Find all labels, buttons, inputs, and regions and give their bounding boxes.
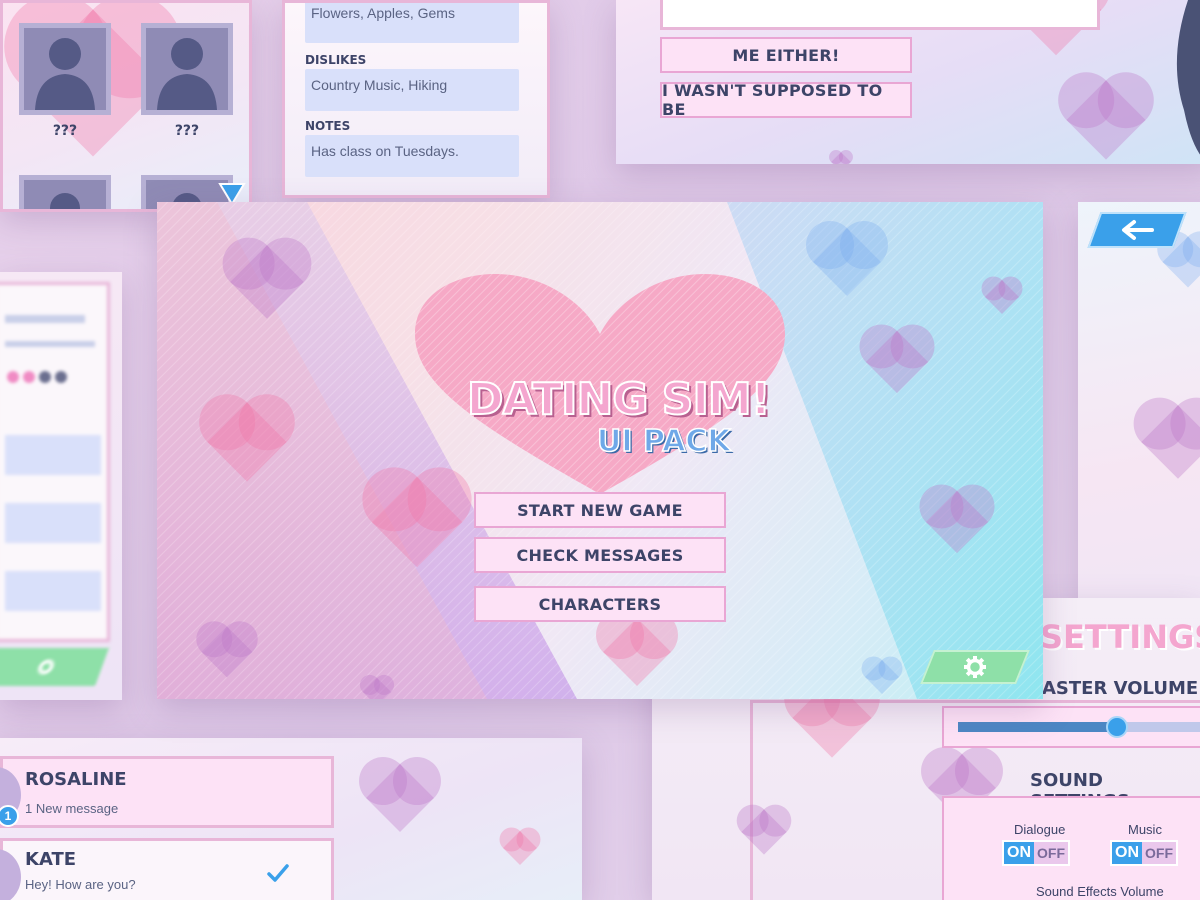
slider-fill	[958, 722, 1118, 732]
character-portrait-partial-3[interactable]	[19, 175, 111, 209]
dislikes-field: Country Music, Hiking	[305, 69, 519, 111]
dialogue-panel: ME EITHER! I WASN'T SUPPOSED TO BE	[616, 0, 1200, 164]
messages-panel: 1 ROSALINE 1 New message KATE Hey! How a…	[0, 738, 582, 900]
message-item-kate[interactable]: KATE Hey! How are you?	[0, 838, 334, 900]
notes-field: Has class on Tuesdays.	[305, 135, 519, 177]
character-portrait-unknown-2[interactable]	[141, 23, 233, 115]
character-name-unknown-2: ???	[174, 123, 200, 139]
dislikes-label: DISLIKES	[305, 53, 367, 67]
person-silhouette-icon	[157, 38, 217, 110]
dialogue-label: Dialogue	[1014, 822, 1066, 837]
bg-heart	[362, 677, 392, 699]
message-item-rosaline[interactable]: 1 ROSALINE 1 New message	[0, 756, 334, 828]
dialogue-choice-me-either[interactable]: ME EITHER!	[660, 37, 912, 73]
music-on[interactable]: ON	[1112, 842, 1142, 864]
message-preview: 1 New message	[25, 801, 119, 816]
settings-button[interactable]	[920, 650, 1030, 684]
character-portrait-unknown-1[interactable]	[19, 23, 111, 115]
likes-field: Flowers, Apples, Gems	[305, 3, 519, 43]
message-preview: Hey! How are you?	[25, 877, 136, 892]
person-silhouette-icon	[35, 38, 95, 110]
dialogue-toggle[interactable]: ON OFF	[1002, 840, 1070, 866]
unread-badge: 1	[0, 805, 19, 827]
music-label: Music	[1128, 822, 1162, 837]
bg-heart	[366, 764, 434, 832]
character-name-unknown-1: ???	[52, 123, 78, 139]
characters-button[interactable]: CHARACTERS	[474, 586, 726, 622]
settings-title: SETTINGS	[1040, 618, 1200, 656]
gear-icon	[38, 659, 54, 675]
main-menu-panel: DATING SIM! UI PACK START NEW GAME CHECK…	[157, 202, 1043, 699]
character-sprite	[1176, 0, 1200, 155]
back-panel	[1078, 202, 1200, 642]
character-detail-panel	[0, 272, 122, 700]
bg-heart	[1141, 405, 1200, 479]
music-off[interactable]: OFF	[1142, 842, 1176, 864]
profile-panel: Flowers, Apples, Gems DISLIKES Country M…	[282, 0, 550, 198]
music-toggle[interactable]: ON OFF	[1110, 840, 1178, 866]
person-silhouette-icon	[50, 193, 80, 209]
dialogue-choice-wasnt-supposed[interactable]: I WASN'T SUPPOSED TO BE	[660, 81, 912, 119]
master-volume-slider[interactable]	[942, 706, 1200, 748]
sound-settings-box: Dialogue ON OFF Music ON OFF Sound Effec…	[942, 796, 1200, 900]
notes-label: NOTES	[305, 119, 351, 133]
back-button[interactable]	[1087, 212, 1187, 248]
avatar	[0, 849, 21, 900]
dialogue-textbox	[660, 0, 1100, 30]
contact-name: KATE	[25, 849, 77, 870]
game-subtitle: UI PACK	[596, 423, 731, 460]
game-title: DATING SIM!	[466, 373, 772, 426]
dialogue-off[interactable]: OFF	[1034, 842, 1068, 864]
contact-name: ROSALINE	[25, 769, 127, 790]
sound-effects-label: Sound Effects Volume	[1036, 884, 1164, 899]
bg-heart	[1066, 80, 1146, 160]
character-grid-panel: ??? ???	[0, 0, 252, 212]
master-volume-label: ASTER VOLUME	[1042, 678, 1199, 699]
bg-heart	[831, 152, 851, 164]
gear-icon	[964, 656, 986, 678]
arrow-left-icon	[1122, 220, 1154, 240]
dialogue-on[interactable]: ON	[1004, 842, 1034, 864]
confirm-button[interactable]	[0, 648, 109, 686]
bg-heart	[503, 831, 537, 865]
checkmark-icon	[267, 864, 289, 882]
start-new-game-button[interactable]: START NEW GAME	[474, 492, 726, 528]
slider-thumb[interactable]	[1106, 716, 1128, 738]
character-detail-content	[0, 282, 110, 642]
check-messages-button[interactable]: CHECK MESSAGES	[474, 537, 726, 573]
